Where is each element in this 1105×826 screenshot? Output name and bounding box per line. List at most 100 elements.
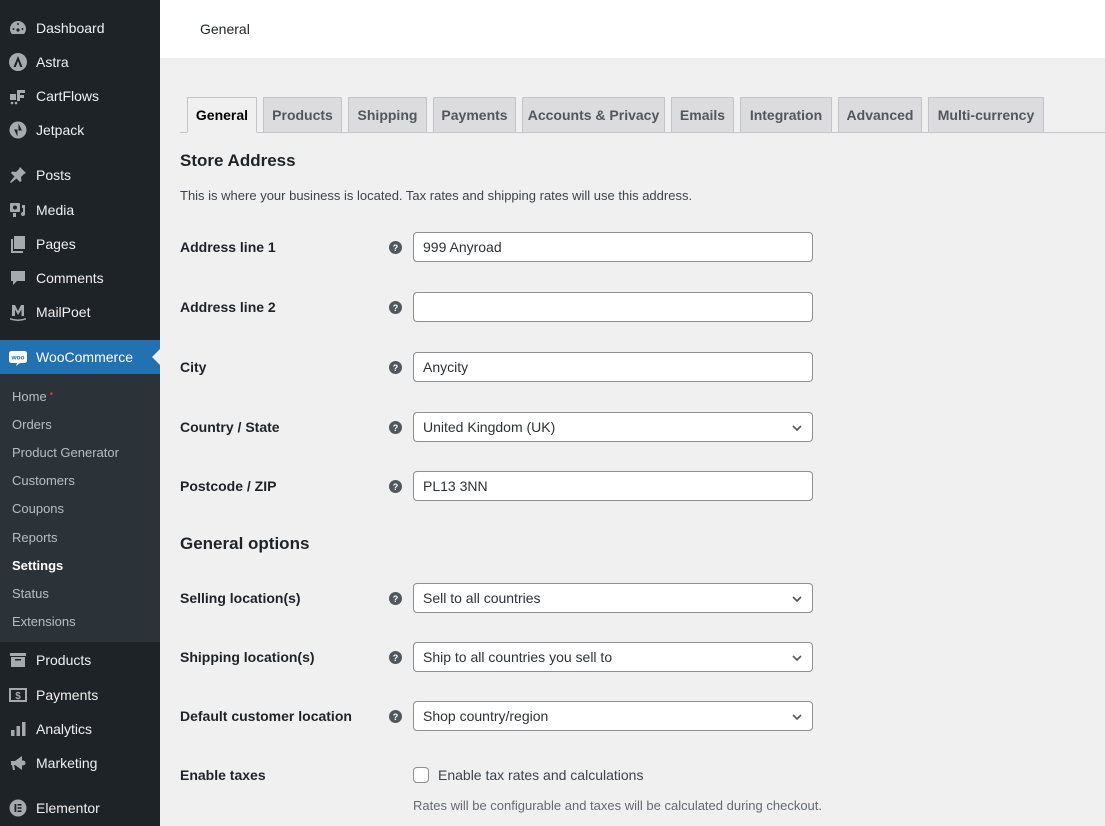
sidebar-item-analytics[interactable]: Analytics	[0, 712, 160, 746]
svg-text:$: $	[15, 691, 21, 702]
page-header: General	[160, 0, 1105, 58]
enable-taxes-checkbox[interactable]	[413, 767, 429, 783]
tab-payments[interactable]: Payments	[433, 97, 516, 132]
sidebar-label: Jetpack	[36, 122, 85, 138]
shipping-locations-select[interactable]: Ship to all countries you sell to	[413, 642, 813, 672]
sidebar-item-pages[interactable]: Pages	[0, 227, 160, 261]
dashboard-icon	[0, 18, 36, 38]
pin-icon	[0, 165, 36, 185]
sidebar-item-dashboard[interactable]: Dashboard	[0, 11, 160, 45]
astra-icon	[0, 52, 36, 72]
tab-advanced[interactable]: Advanced	[838, 97, 922, 132]
sidebar-label: Comments	[36, 270, 104, 286]
submenu-item-customers[interactable]: Customers	[12, 473, 75, 488]
tab-products[interactable]: Products	[263, 97, 342, 132]
sidebar-item-media[interactable]: Media	[0, 193, 160, 227]
select-value: Ship to all countries you sell to	[423, 649, 613, 665]
selling-locations-select[interactable]: Sell to all countries	[413, 583, 813, 613]
sidebar-label: Astra	[36, 54, 69, 70]
chevron-down-icon	[792, 714, 802, 721]
submenu-item-settings[interactable]: Settings	[12, 558, 63, 573]
sidebar-label: Pages	[36, 236, 76, 252]
sidebar-item-comments[interactable]: Comments	[0, 261, 160, 295]
page-title: General	[200, 21, 250, 37]
bar-chart-icon	[0, 719, 36, 739]
country-state-select[interactable]: United Kingdom (UK)	[413, 412, 813, 442]
sidebar-item-cartflows[interactable]: CartFlows	[0, 79, 160, 113]
store-address-heading: Store Address	[180, 151, 296, 170]
archive-icon	[0, 650, 36, 670]
help-icon[interactable]: ?	[389, 651, 402, 664]
sidebar-label: CartFlows	[36, 88, 100, 104]
submenu-label: Home	[12, 389, 47, 404]
tab-general[interactable]: General	[187, 97, 257, 133]
enable-taxes-checkbox-label[interactable]: Enable tax rates and calculations	[438, 767, 643, 783]
tab-emails[interactable]: Emails	[671, 97, 734, 132]
sidebar-item-mailpoet[interactable]: MailPoet	[0, 295, 160, 329]
woocommerce-submenu: Home • Orders Product Generator Customers…	[0, 374, 160, 642]
tab-multi-currency[interactable]: Multi-currency	[928, 97, 1044, 132]
select-value: United Kingdom (UK)	[423, 419, 556, 435]
help-icon[interactable]: ?	[389, 421, 402, 434]
pages-icon	[0, 234, 36, 254]
chevron-down-icon	[792, 425, 802, 432]
tab-integration[interactable]: Integration	[740, 97, 832, 132]
settings-tabs: General Products Shipping Payments Accou…	[180, 97, 1105, 133]
elementor-icon	[0, 798, 36, 818]
admin-sidebar: Dashboard Astra CartFlows Jetpack Posts …	[0, 0, 160, 826]
sidebar-item-marketing[interactable]: Marketing	[0, 746, 160, 780]
postcode-input[interactable]	[413, 471, 813, 501]
chevron-down-icon	[792, 655, 802, 662]
sidebar-item-woocommerce[interactable]: woo WooCommerce	[0, 340, 160, 374]
address-line-1-label: Address line 1	[180, 239, 276, 255]
sidebar-label: MailPoet	[36, 304, 91, 320]
postcode-label: Postcode / ZIP	[180, 478, 277, 494]
submenu-item-extensions[interactable]: Extensions	[12, 614, 76, 629]
help-icon[interactable]: ?	[389, 710, 402, 723]
default-customer-location-select[interactable]: Shop country/region	[413, 701, 813, 731]
address-line-2-input[interactable]	[413, 292, 813, 322]
media-icon	[0, 200, 36, 220]
selling-locations-label: Selling location(s)	[180, 590, 301, 606]
submenu-item-reports[interactable]: Reports	[12, 530, 58, 545]
general-options-heading: General options	[180, 534, 310, 553]
submenu-item-status[interactable]: Status	[12, 586, 49, 601]
sidebar-label: Dashboard	[36, 20, 105, 36]
help-icon[interactable]: ?	[389, 592, 402, 605]
jetpack-icon	[0, 120, 36, 140]
city-input[interactable]	[413, 352, 813, 382]
dollar-icon: $	[0, 685, 36, 705]
submenu-item-orders[interactable]: Orders	[12, 417, 52, 432]
submenu-item-product-generator[interactable]: Product Generator	[12, 445, 119, 460]
sidebar-item-elementor[interactable]: Elementor	[0, 791, 160, 825]
default-customer-location-label: Default customer location	[180, 708, 352, 724]
tab-shipping[interactable]: Shipping	[348, 97, 427, 132]
sidebar-item-posts[interactable]: Posts	[0, 158, 160, 192]
sidebar-label: Marketing	[36, 755, 98, 771]
tab-accounts-privacy[interactable]: Accounts & Privacy	[522, 97, 665, 132]
cartflows-icon	[0, 86, 36, 106]
megaphone-icon	[0, 753, 36, 773]
country-state-label: Country / State	[180, 419, 280, 435]
help-icon[interactable]: ?	[389, 361, 402, 374]
help-icon[interactable]: ?	[389, 301, 402, 314]
sidebar-label: Analytics	[36, 721, 93, 737]
enable-taxes-label: Enable taxes	[180, 767, 266, 783]
submenu-item-coupons[interactable]: Coupons	[12, 501, 64, 516]
city-label: City	[180, 359, 207, 375]
sidebar-item-astra[interactable]: Astra	[0, 45, 160, 79]
address-line-2-label: Address line 2	[180, 299, 276, 315]
select-value: Shop country/region	[423, 708, 549, 724]
mailpoet-icon	[0, 302, 36, 322]
sidebar-item-jetpack[interactable]: Jetpack	[0, 113, 160, 147]
comment-icon	[0, 268, 36, 288]
help-icon[interactable]: ?	[389, 480, 402, 493]
sidebar-item-products[interactable]: Products	[0, 643, 160, 677]
sidebar-label: Payments	[36, 687, 99, 703]
help-icon[interactable]: ?	[389, 241, 402, 254]
shipping-locations-label: Shipping location(s)	[180, 649, 315, 665]
submenu-item-home[interactable]: Home •	[12, 389, 53, 404]
sidebar-item-payments[interactable]: $ Payments	[0, 678, 160, 712]
address-line-1-input[interactable]	[413, 232, 813, 262]
woo-icon: woo	[0, 347, 36, 367]
